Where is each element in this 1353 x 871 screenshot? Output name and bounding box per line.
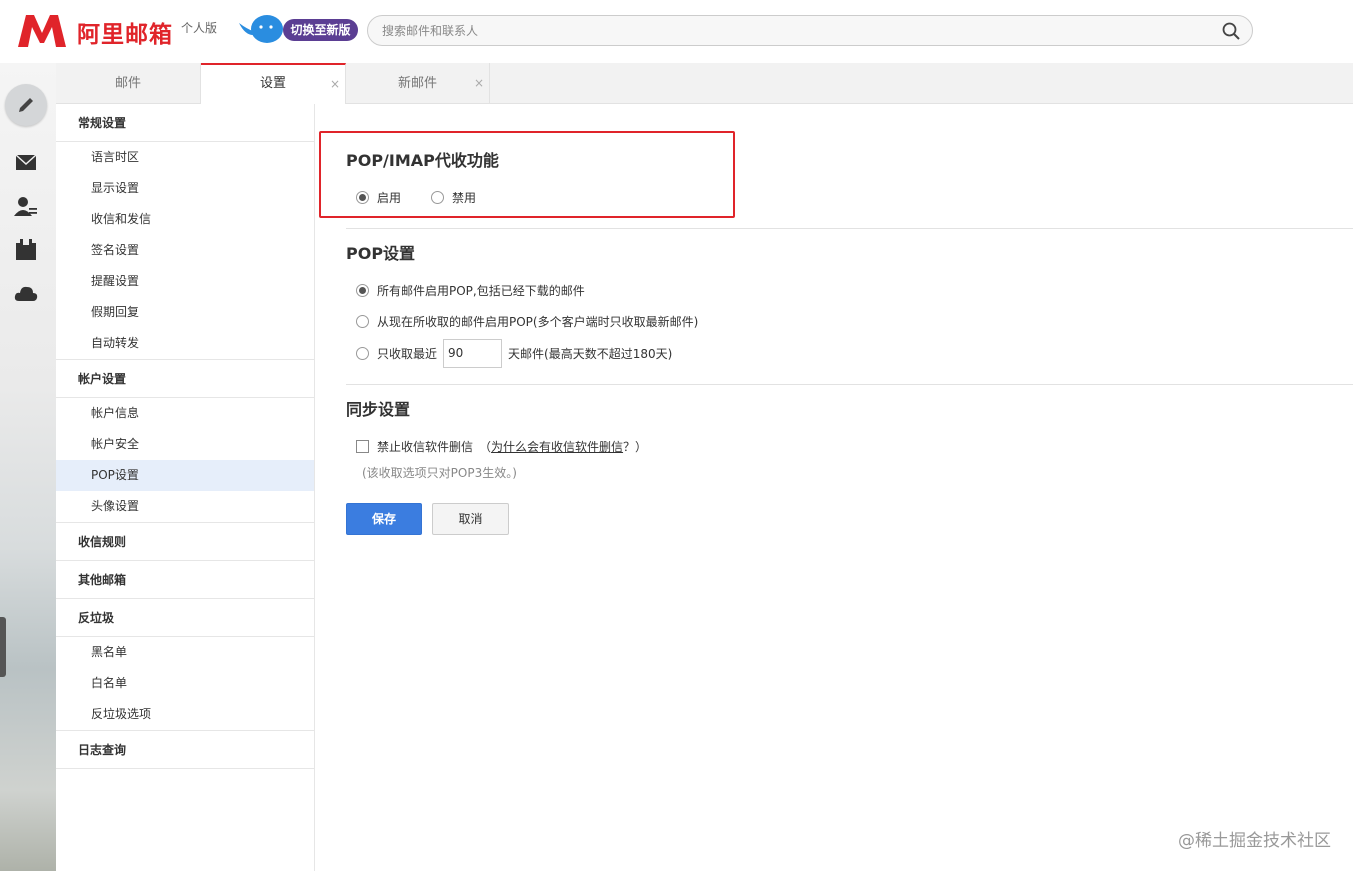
pop-recent-label-post: 天邮件(最高天数不超过180天) [508,346,673,361]
tab-label: 新邮件 [397,76,437,91]
mail-icon[interactable] [14,152,38,174]
search-icon[interactable] [1222,22,1240,40]
calendar-icon[interactable] [14,239,38,261]
nav-spam-items: 黑名单 白名单 反垃圾选项 [56,637,314,731]
cloud-icon[interactable] [14,283,38,305]
pop-option-new: 从现在所收取的邮件启用POP(多个客户端时只收取最新邮件) [356,312,698,330]
contacts-icon[interactable] [14,196,38,218]
save-button[interactable]: 保存 [346,503,422,535]
search-box [367,15,1253,46]
popimap-options: 启用 禁用 [356,188,476,206]
pop-title: POP设置 [346,244,416,263]
sync-paren-close: ？） [623,439,648,454]
nav-item-send-receive[interactable]: 收信和发信 [56,204,314,235]
nav-item-vacation[interactable]: 假期回复 [56,297,314,328]
left-rail [0,63,56,871]
nav-item-display[interactable]: 显示设置 [56,173,314,204]
pop-new-radio[interactable] [356,314,369,328]
nav-group-general[interactable]: 常规设置 [56,104,314,142]
pop-option-all: 所有邮件启用POP,包括已经下载的邮件 [356,281,585,299]
compose-button[interactable] [5,84,47,126]
nav-group-log[interactable]: 日志查询 [56,731,314,769]
nav-item-signature[interactable]: 签名设置 [56,235,314,266]
pop-all-label: 所有邮件启用POP,包括已经下载的邮件 [377,283,585,298]
settings-nav: 常规设置 语言时区 显示设置 收信和发信 签名设置 提醒设置 假期回复 自动转发… [56,104,315,871]
sync-help-link[interactable]: 为什么会有收信软件删信 [491,438,623,455]
search-input[interactable] [382,22,1202,40]
tab-label: 邮件 [114,76,141,91]
sync-paren-open: （ [479,439,492,454]
cancel-button[interactable]: 取消 [432,503,509,535]
sync-title: 同步设置 [346,400,411,419]
close-icon[interactable]: × [474,63,484,104]
tab-settings[interactable]: 设置 × [201,63,346,105]
sync-option: 禁止收信软件删信 （ 为什么会有收信软件删信 ？） [356,437,647,455]
pop-recent-label-pre: 只收取最近 [377,346,438,361]
nav-general-items: 语言时区 显示设置 收信和发信 签名设置 提醒设置 假期回复 自动转发 [56,142,314,360]
pop-settings-panel: POP/IMAP代收功能 启用 禁用 POP设置 所有邮件启用POP,包括已经下… [316,104,1353,871]
nav-item-account-info[interactable]: 帐户信息 [56,398,314,429]
pop-new-label: 从现在所收取的邮件启用POP(多个客户端时只收取最新邮件) [377,314,699,329]
pop-days-input[interactable] [443,338,503,368]
nav-group-account[interactable]: 帐户设置 [56,360,314,398]
switch-new-version-button[interactable]: 切换至新版 [283,19,358,41]
rail-drag-handle[interactable] [0,617,6,677]
divider [346,228,1353,229]
pencil-icon [19,98,33,112]
nav-item-avatar[interactable]: 头像设置 [56,491,314,522]
nav-group-rules[interactable]: 收信规则 [56,523,314,561]
pop-option-recent: 只收取最近 天邮件(最高天数不超过180天) [356,338,672,368]
nav-item-whitelist[interactable]: 白名单 [56,668,314,699]
enable-radio[interactable] [356,190,369,204]
sync-label: 禁止收信软件删信 [377,439,474,454]
edition-label: 个人版 [181,21,218,35]
nav-item-forward[interactable]: 自动转发 [56,328,314,359]
top-header: 阿里邮箱 个人版 切换至新版 [0,0,1353,63]
tab-bar: 邮件 设置 × 新邮件 × [56,63,1353,105]
disable-radio[interactable] [431,190,445,204]
nav-account-items: 帐户信息 帐户安全 POP设置 头像设置 [56,398,314,523]
enable-label: 启用 [377,190,402,205]
nav-item-account-security[interactable]: 帐户安全 [56,429,314,460]
pop-all-radio[interactable] [356,283,369,297]
nav-item-reminder[interactable]: 提醒设置 [56,266,314,297]
divider [346,384,1353,385]
tab-new-mail[interactable]: 新邮件 × [346,63,490,104]
disable-label: 禁用 [452,190,477,205]
nav-item-language[interactable]: 语言时区 [56,142,314,173]
nav-item-pop[interactable]: POP设置 [56,460,314,491]
popimap-title: POP/IMAP代收功能 [346,151,499,170]
nav-group-other-mail[interactable]: 其他邮箱 [56,561,314,599]
watermark: @稀土掘金技术社区 [1178,831,1331,851]
brand-name: 阿里邮箱 [77,22,173,48]
tab-label: 设置 [259,76,286,91]
sync-checkbox[interactable] [356,439,369,453]
aliyun-mail-logo[interactable] [16,13,68,49]
close-icon[interactable]: × [330,65,340,103]
tab-mail[interactable]: 邮件 [56,63,201,104]
nav-item-blacklist[interactable]: 黑名单 [56,637,314,668]
nav-item-spam-options[interactable]: 反垃圾选项 [56,699,314,730]
pop-recent-radio[interactable] [356,346,369,360]
nav-group-spam[interactable]: 反垃圾 [56,599,314,637]
sync-hint: (该收取选项只对POP3生效。) [362,466,517,480]
